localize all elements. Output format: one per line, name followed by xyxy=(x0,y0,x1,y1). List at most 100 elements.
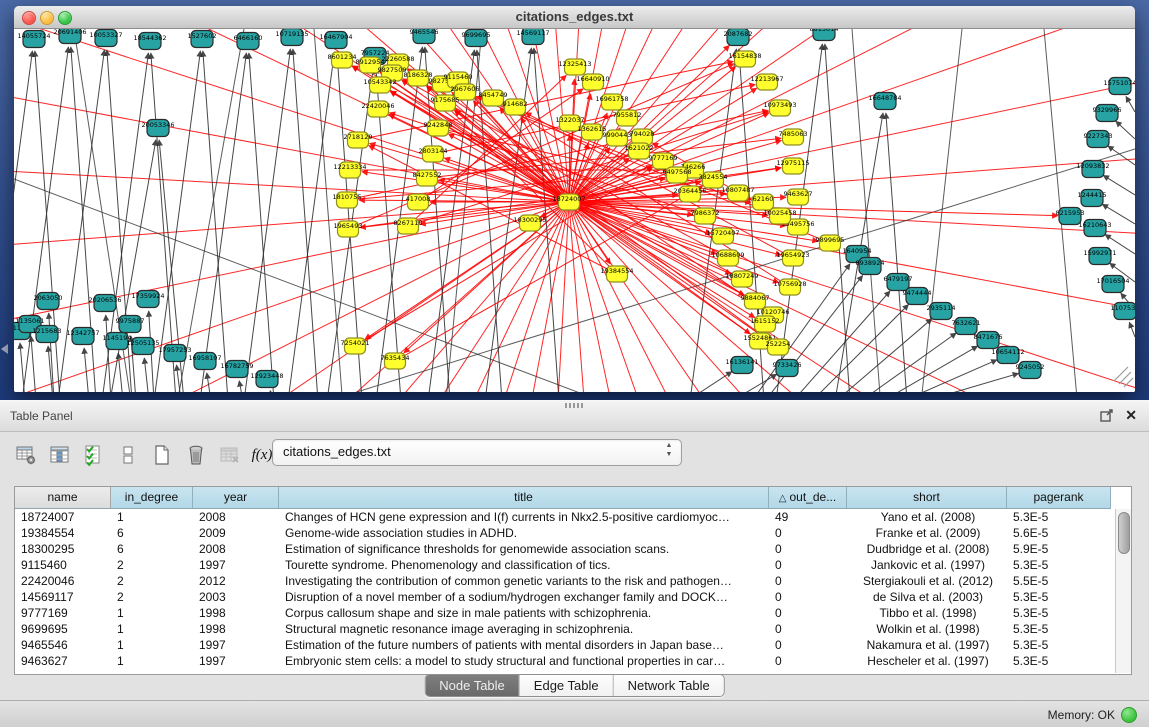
select-columns-icon[interactable] xyxy=(80,440,108,470)
network-node[interactable]: 19654923 xyxy=(776,250,809,266)
network-node[interactable]: 10719135 xyxy=(275,29,308,46)
network-node[interactable]: 17957253 xyxy=(158,345,191,362)
show-columns-icon[interactable] xyxy=(46,440,74,470)
table-row[interactable]: 969969511998Structural magnetic resonanc… xyxy=(15,621,1131,637)
network-node[interactable]: 8215953 xyxy=(1056,208,1085,225)
table-row[interactable]: 946554611997Estimation of the future num… xyxy=(15,637,1131,653)
network-node[interactable]: 16648784 xyxy=(868,93,901,110)
network-node[interactable]: 1215683 xyxy=(33,326,62,343)
column-header-name[interactable]: name xyxy=(15,487,111,509)
network-node[interactable]: 12213334 xyxy=(333,162,366,178)
network-node[interactable]: 8471676 xyxy=(974,332,1003,349)
network-node[interactable]: 10688609 xyxy=(711,250,744,266)
network-node[interactable]: 914682 xyxy=(503,99,528,115)
scrollbar-thumb[interactable] xyxy=(1118,512,1130,554)
network-node[interactable]: 8813014 xyxy=(810,29,839,41)
network-node[interactable]: 2718129 xyxy=(344,132,373,148)
network-node[interactable]: 12505135 xyxy=(126,338,159,355)
network-node[interactable]: 8427552 xyxy=(413,170,442,186)
network-node[interactable]: 16467904 xyxy=(319,32,352,49)
network-node[interactable]: 18300295 xyxy=(513,215,546,231)
tab-network-table[interactable]: Network Table xyxy=(614,675,724,696)
network-node[interactable]: 2803144 xyxy=(419,146,448,162)
network-node[interactable]: 1810755 xyxy=(333,192,362,208)
network-node[interactable]: 9465546 xyxy=(410,29,439,44)
network-node[interactable]: 17359924 xyxy=(131,291,164,308)
column-header-in_degree[interactable]: in_degree xyxy=(111,487,193,509)
table-row[interactable]: 946362711997Embryonic stem cells: a mode… xyxy=(15,653,1131,669)
network-node[interactable]: 7632621 xyxy=(952,318,981,335)
network-node[interactable]: 14569117 xyxy=(516,29,549,45)
create-column-icon[interactable] xyxy=(148,440,176,470)
column-header-year[interactable]: year xyxy=(193,487,279,509)
network-node[interactable]: 62160 xyxy=(753,194,774,210)
table-row[interactable]: 1456911722003Disruption of a novel membe… xyxy=(15,589,1131,605)
tab-edge-table[interactable]: Edge Table xyxy=(520,675,614,696)
network-node[interactable]: 19384554 xyxy=(600,266,633,282)
close-panel-icon[interactable]: ✕ xyxy=(1125,407,1137,423)
network-node[interactable]: 15751074 xyxy=(1103,78,1135,95)
network-node[interactable]: 8938924 xyxy=(856,258,885,275)
network-node[interactable]: 18544362 xyxy=(133,33,166,50)
vertical-scrollbar[interactable] xyxy=(1115,509,1131,673)
network-node[interactable]: 18807249 xyxy=(725,271,758,287)
column-header-out_de[interactable]: △out_de... xyxy=(769,487,847,509)
network-node[interactable]: 12213967 xyxy=(750,74,783,90)
network-node[interactable]: 9463627 xyxy=(784,189,813,205)
network-node[interactable]: 9899695 xyxy=(816,235,845,251)
network-node[interactable]: 9242848 xyxy=(424,120,453,136)
column-header-pagerank[interactable]: pagerank xyxy=(1007,487,1111,509)
network-node[interactable]: 2087682 xyxy=(724,29,753,46)
splitter-grip[interactable] xyxy=(565,403,583,408)
network-node[interactable]: 9699695 xyxy=(462,30,491,47)
network-node[interactable]: 9884067 xyxy=(741,293,770,309)
network-node[interactable]: 16782759 xyxy=(220,361,253,378)
table-select-dropdown[interactable]: citations_edges.txt ▲▼ xyxy=(272,439,682,466)
network-node[interactable]: 12325413 xyxy=(558,59,591,75)
network-node[interactable]: 10053327 xyxy=(89,30,122,47)
network-node[interactable]: 10756928 xyxy=(773,279,806,295)
column-header-title[interactable]: title xyxy=(279,487,769,509)
network-node[interactable]: 9975887 xyxy=(116,316,145,333)
network-node[interactable]: 12093832 xyxy=(1076,161,1109,178)
network-node[interactable]: 9329966 xyxy=(1093,105,1122,122)
network-node[interactable]: 20691406 xyxy=(53,29,86,44)
network-node[interactable]: 7254021 xyxy=(341,338,370,354)
network-node[interactable]: 1527602 xyxy=(188,31,217,48)
network-node[interactable]: 12975115 xyxy=(776,158,809,174)
network-node[interactable]: 7635434 xyxy=(381,353,410,369)
network-node[interactable]: 7986372 xyxy=(691,208,720,224)
network-node[interactable]: 12342757 xyxy=(66,328,99,345)
network-node[interactable]: 9245052 xyxy=(1016,362,1045,379)
network-node[interactable]: 9474444 xyxy=(903,288,932,305)
network-node[interactable]: 16640910 xyxy=(576,74,609,90)
network-node[interactable]: 15992971 xyxy=(1083,248,1116,265)
table-row[interactable]: 911546021997Tourette syndrome. Phenomeno… xyxy=(15,557,1131,573)
network-node[interactable]: 7955812 xyxy=(613,110,642,126)
network-node[interactable]: 2935114 xyxy=(927,303,956,320)
row-height-icon[interactable] xyxy=(114,440,142,470)
network-node[interactable]: 8601234 xyxy=(328,52,357,68)
network-node[interactable]: 7485063 xyxy=(779,129,808,145)
network-canvas[interactable]: 1405572420691406100533271854436215276026… xyxy=(14,29,1135,392)
panel-collapse-arrow-icon[interactable] xyxy=(1,344,8,354)
float-panel-icon[interactable] xyxy=(1100,409,1113,422)
network-node[interactable]: 9175685 xyxy=(431,95,460,111)
table-row[interactable]: 1938455462009Genome-wide association stu… xyxy=(15,525,1131,541)
network-node[interactable]: 17016504 xyxy=(1096,276,1129,293)
table-row[interactable]: 1872400712008Changes of HCN gene express… xyxy=(15,509,1131,525)
table-row[interactable]: 2242004622012Investigating the contribut… xyxy=(15,573,1131,589)
network-node[interactable]: 1244415 xyxy=(1078,190,1107,207)
delete-column-icon[interactable] xyxy=(182,440,210,470)
network-node[interactable]: 1615152 xyxy=(751,316,780,332)
network-node[interactable]: 8267110 xyxy=(394,218,423,234)
delete-table-icon[interactable] xyxy=(216,440,244,470)
network-node[interactable]: 16210643 xyxy=(1078,220,1111,237)
network-node[interactable]: 1107533 xyxy=(1111,303,1135,320)
network-node[interactable]: 9227343 xyxy=(1084,131,1113,148)
network-node[interactable]: 12923448 xyxy=(250,371,283,388)
table-mode-icon[interactable] xyxy=(12,440,40,470)
network-node[interactable]: 10654112 xyxy=(991,347,1024,364)
network-node[interactable]: 6497568 xyxy=(663,167,692,183)
network-node[interactable]: 16958107 xyxy=(188,353,221,370)
